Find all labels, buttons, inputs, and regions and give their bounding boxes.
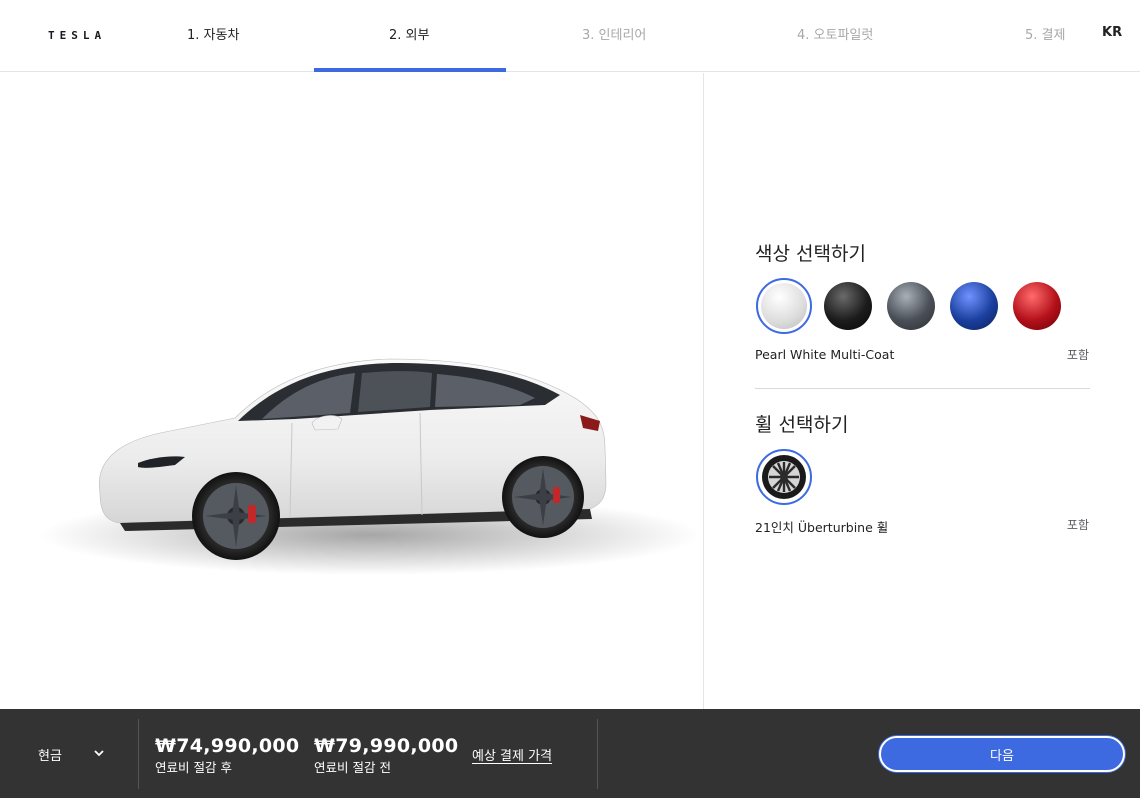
price-footer: 현금 ₩74,990,000 연료비 절감 후 ₩79,990,000 연료비 … [0, 709, 1140, 798]
car-preview [0, 73, 703, 709]
paint-swatch-black[interactable] [820, 278, 876, 334]
active-step-indicator [314, 68, 506, 72]
step-interior[interactable]: 3. 인테리어 [582, 24, 646, 43]
footer-divider [138, 719, 139, 789]
step-car[interactable]: 1. 자동차 [187, 24, 239, 43]
paint-price: 포함 [1066, 348, 1089, 362]
step-payment[interactable]: 5. 결제 [1025, 24, 1065, 43]
wheel-price: 포함 [1066, 518, 1089, 532]
top-nav: TESLA 1. 자동차 2. 외부 3. 인테리어 4. 오토파일럿 5. 결… [0, 0, 1140, 72]
paint-swatch-red[interactable] [1009, 278, 1065, 334]
paint-swatch-blue[interactable] [946, 278, 1002, 334]
wheel-selected-name: 21인치 Überturbine 휠 [755, 520, 889, 535]
svg-text:TESLA: TESLA [48, 29, 106, 42]
price-after-savings: ₩74,990,000 [155, 735, 300, 757]
price-after-label: 연료비 절감 후 [155, 760, 232, 775]
wheel-option-uberturbine[interactable] [756, 449, 812, 505]
paint-swatch-silver[interactable] [883, 278, 939, 334]
next-button[interactable]: 다음 [879, 736, 1125, 772]
midnight-silver-icon [887, 282, 935, 330]
paint-selected-name: Pearl White Multi-Coat [755, 347, 895, 362]
pearl-white-icon [761, 283, 807, 329]
payment-type-select[interactable]: 현금 [38, 745, 62, 764]
price-before-label: 연료비 절감 전 [314, 760, 391, 775]
footer-divider [597, 719, 598, 789]
solid-black-icon [824, 282, 872, 330]
language-selector[interactable]: KR [1102, 25, 1122, 40]
paint-swatch-pearl-white[interactable] [756, 278, 812, 334]
options-panel: 색상 선택하기 Pearl White Multi-Coat 포함 휠 선택하기 [703, 73, 1140, 709]
red-multi-coat-icon [1013, 282, 1061, 330]
wheel-icon [762, 455, 806, 499]
estimate-price-link[interactable]: 예상 결제 가격 [472, 745, 552, 764]
chevron-down-icon[interactable] [93, 747, 105, 759]
car-image [40, 358, 700, 575]
tesla-logo[interactable]: TESLA [48, 28, 118, 42]
section-divider [755, 388, 1090, 389]
step-autopilot[interactable]: 4. 오토파일럿 [797, 24, 873, 43]
step-exterior[interactable]: 2. 외부 [389, 24, 429, 43]
wheels-title: 휠 선택하기 [755, 414, 849, 436]
paint-title: 색상 선택하기 [755, 243, 866, 265]
deep-blue-icon [950, 282, 998, 330]
price-before-savings: ₩79,990,000 [314, 735, 459, 757]
